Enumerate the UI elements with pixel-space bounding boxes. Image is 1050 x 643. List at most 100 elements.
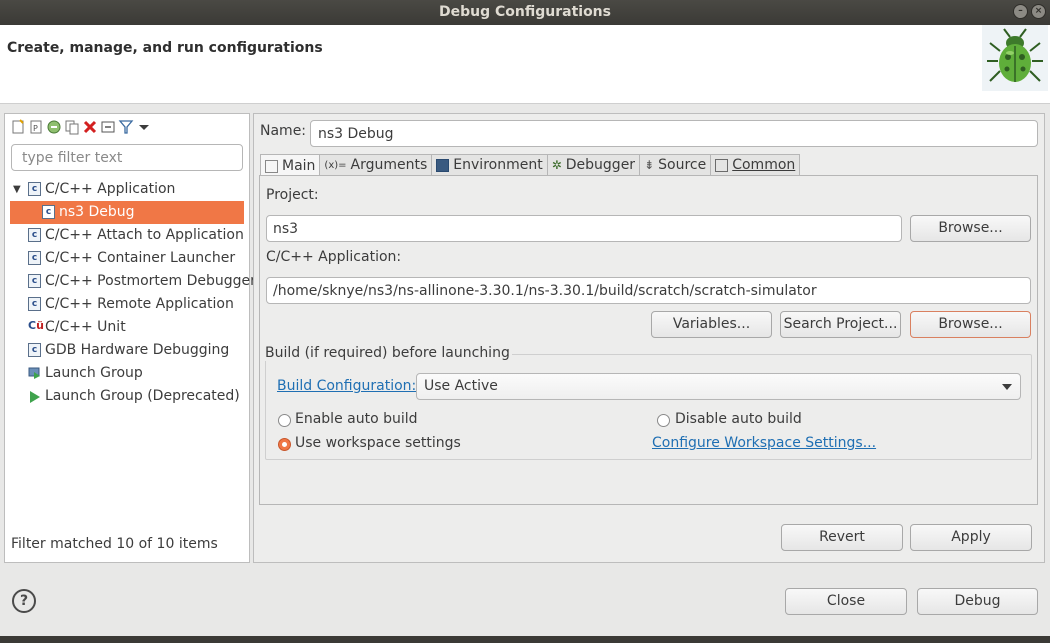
view-menu-chevron-down-icon[interactable] — [136, 119, 152, 135]
tree-item-label: ns3 Debug — [59, 204, 135, 220]
name-label: Name: — [260, 123, 307, 139]
c-unit-icon: Cü — [28, 319, 44, 332]
duplicate-configuration-icon[interactable] — [64, 119, 80, 135]
tab-main[interactable]: Main — [260, 154, 321, 177]
tab-label: Debugger — [565, 157, 636, 173]
tree-item-remote-application[interactable]: c C/C++ Remote Application — [5, 293, 249, 316]
expand-arrow-icon[interactable]: ▼ — [13, 178, 21, 201]
build-configuration-link[interactable]: Build Configuration: — [277, 378, 416, 394]
configurations-panel: P ▼ c C/C++ Application c ns3 Debug c C/… — [4, 113, 256, 563]
window-titlebar: Debug Configurations – × — [0, 0, 1050, 25]
tab-source[interactable]: ⇟ Source — [639, 154, 712, 176]
tab-environment[interactable]: Environment — [431, 154, 548, 176]
close-window-icon[interactable]: × — [1031, 4, 1046, 19]
browse-project-button[interactable]: Browse... — [910, 215, 1031, 242]
search-project-button[interactable]: Search Project... — [780, 311, 901, 338]
tree-item-gdb-hardware[interactable]: c GDB Hardware Debugging — [5, 339, 249, 362]
tree-item-label: C/C++ Container Launcher — [45, 250, 236, 266]
dialog-subtitle: Create, manage, and run configurations — [7, 40, 323, 56]
tree-item-label: C/C++ Remote Application — [45, 296, 234, 312]
project-field[interactable] — [266, 215, 902, 242]
tree-item-postmortem[interactable]: c C/C++ Postmortem Debugger — [5, 270, 256, 293]
application-label: C/C++ Application: — [266, 249, 402, 265]
disable-auto-build-radio[interactable] — [657, 414, 670, 427]
config-tabs: Main (x)= Arguments Environment ✲ Debugg… — [260, 154, 801, 177]
source-tab-icon: ⇟ — [644, 158, 655, 172]
enable-auto-build-radio[interactable] — [278, 414, 291, 427]
debugger-tab-icon: ✲ — [551, 158, 562, 172]
filter-input[interactable] — [11, 144, 243, 171]
enable-auto-build-label: Enable auto build — [295, 411, 418, 427]
c-app-icon: c — [28, 182, 41, 196]
disable-auto-build-label: Disable auto build — [675, 411, 802, 427]
tree-item-label: GDB Hardware Debugging — [45, 342, 230, 358]
configure-workspace-settings-link[interactable]: Configure Workspace Settings... — [652, 435, 876, 451]
name-field[interactable] — [310, 120, 1038, 147]
application-path-field[interactable] — [266, 277, 1031, 304]
tree-item-c-cpp-application[interactable]: ▼ c C/C++ Application — [5, 178, 249, 201]
filter-icon[interactable] — [118, 119, 134, 135]
launch-group-icon — [28, 367, 40, 379]
c-app-icon: c — [28, 228, 41, 242]
tree-item-label: C/C++ Application — [45, 181, 176, 197]
tree-item-launch-group[interactable]: Launch Group — [5, 362, 249, 385]
play-icon — [30, 391, 40, 403]
new-prototype-icon[interactable]: P — [28, 119, 44, 135]
tree-item-attach[interactable]: c C/C++ Attach to Application — [5, 224, 249, 247]
close-button[interactable]: Close — [785, 588, 907, 615]
configuration-editor: Name: Main (x)= Arguments Environment ✲ … — [253, 113, 1045, 563]
revert-button[interactable]: Revert — [781, 524, 903, 551]
main-tab-icon — [265, 159, 278, 173]
filter-status: Filter matched 10 of 10 items — [11, 536, 218, 552]
tree-item-label: C/C++ Unit — [45, 319, 126, 335]
tab-label: Main — [282, 157, 316, 174]
build-configuration-value: Use Active — [424, 378, 498, 394]
build-group-title: Build (if required) before launching — [265, 345, 512, 361]
use-workspace-settings-radio[interactable] — [278, 438, 291, 451]
tab-label: Source — [658, 157, 707, 173]
c-app-icon: c — [28, 274, 41, 288]
apply-button[interactable]: Apply — [910, 524, 1032, 551]
debug-bug-icon — [982, 25, 1048, 91]
tab-label: Arguments — [350, 157, 428, 173]
tree-item-label: C/C++ Attach to Application — [45, 227, 244, 243]
configuration-tree: ▼ c C/C++ Application c ns3 Debug c C/C+… — [5, 178, 256, 408]
c-app-icon: c — [28, 343, 41, 357]
c-app-icon: c — [28, 251, 41, 265]
window-bottom-edge — [0, 636, 1050, 643]
dialog-header: Create, manage, and run configurations — [0, 25, 1050, 104]
collapse-all-icon[interactable] — [100, 119, 116, 135]
build-configuration-select[interactable]: Use Active — [416, 373, 1021, 400]
tab-arguments[interactable]: (x)= Arguments — [319, 154, 433, 176]
tab-label: Environment — [453, 157, 543, 173]
tab-common[interactable]: Common — [710, 154, 801, 176]
c-app-icon: c — [28, 297, 41, 311]
project-label: Project: — [266, 187, 319, 203]
tab-debugger[interactable]: ✲ Debugger — [546, 154, 641, 176]
main-tab-body: Project: Browse... C/C++ Application: Va… — [259, 175, 1038, 505]
tree-item-label: Launch Group (Deprecated) — [45, 388, 240, 404]
new-configuration-icon[interactable] — [10, 119, 26, 135]
c-app-icon: c — [42, 205, 55, 219]
use-workspace-settings-label: Use workspace settings — [295, 435, 461, 451]
tree-item-ns3-debug[interactable]: c ns3 Debug — [10, 201, 244, 224]
delete-configuration-icon[interactable] — [82, 119, 98, 135]
browse-application-button[interactable]: Browse... — [910, 311, 1031, 338]
arguments-tab-icon: (x)= — [324, 160, 347, 171]
variables-button[interactable]: Variables... — [651, 311, 772, 338]
debug-button[interactable]: Debug — [917, 588, 1038, 615]
tree-item-container-launcher[interactable]: c C/C++ Container Launcher — [5, 247, 249, 270]
export-configuration-icon[interactable] — [46, 119, 62, 135]
tab-label: Common — [732, 157, 796, 173]
tree-item-label: C/C++ Postmortem Debugger — [45, 273, 256, 289]
tree-item-launch-group-deprecated[interactable]: Launch Group (Deprecated) — [5, 385, 249, 408]
help-icon[interactable]: ? — [12, 589, 36, 613]
tree-item-c-unit[interactable]: Cü C/C++ Unit — [5, 316, 249, 339]
minimize-icon[interactable]: – — [1013, 4, 1028, 19]
tree-item-label: Launch Group — [45, 365, 143, 381]
common-tab-icon — [715, 159, 729, 172]
configurations-toolbar: P — [10, 118, 152, 136]
svg-text:P: P — [33, 124, 38, 133]
chevron-down-icon — [1002, 384, 1012, 390]
environment-tab-icon — [436, 159, 450, 172]
